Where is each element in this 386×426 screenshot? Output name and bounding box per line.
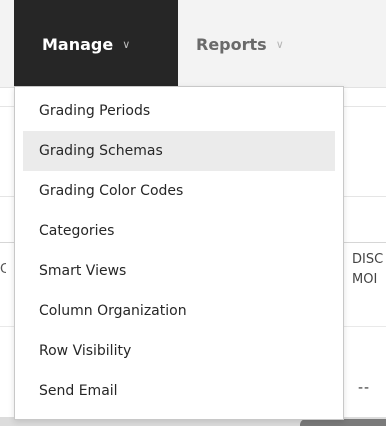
menu-item-grading-periods[interactable]: Grading Periods — [23, 91, 335, 131]
menu-item-label: Categories — [39, 223, 115, 239]
column-header-fragment: C — [0, 262, 6, 277]
menu-item-label: Grading Schemas — [39, 143, 163, 159]
column-header[interactable]: DISC MOI — [352, 250, 386, 290]
column-header-line1: DISC — [352, 252, 384, 267]
tab-manage[interactable]: Manage ∨ — [14, 0, 178, 88]
chevron-down-icon: ∨ — [275, 37, 284, 51]
menu-item-label: Grading Color Codes — [39, 183, 184, 199]
menu-item-row-visibility[interactable]: Row Visibility — [23, 331, 335, 371]
menu-item-send-email[interactable]: Send Email — [23, 371, 335, 411]
chevron-down-icon: ∨ — [122, 37, 131, 51]
menu-item-label: Grading Periods — [39, 103, 151, 119]
column-header-line2: MOI — [352, 272, 378, 287]
manage-dropdown-menu: Grading Periods Grading Schemas Grading … — [14, 86, 344, 420]
grade-cell[interactable]: -- — [358, 380, 370, 396]
gradebook-page: Manage ∨ Reports ∨ C DISC MOI -- Grading… — [0, 0, 386, 426]
menu-item-categories[interactable]: Categories — [23, 211, 335, 251]
tab-manage-label: Manage — [42, 34, 114, 54]
menu-item-grading-schemas[interactable]: Grading Schemas — [23, 131, 335, 171]
menu-item-label: Column Organization — [39, 303, 187, 319]
menu-item-smart-views[interactable]: Smart Views — [23, 251, 335, 291]
menu-item-label: Row Visibility — [39, 343, 132, 359]
menu-item-grading-color-codes[interactable]: Grading Color Codes — [23, 171, 335, 211]
gradebook-tab-bar: Manage ∨ Reports ∨ — [0, 0, 386, 88]
horizontal-scrollbar-thumb[interactable] — [300, 419, 386, 426]
tab-reports-label: Reports — [196, 34, 267, 54]
menu-item-label: Smart Views — [39, 263, 127, 279]
tab-reports[interactable]: Reports ∨ — [196, 0, 284, 88]
menu-item-column-organization[interactable]: Column Organization — [23, 291, 335, 331]
menu-item-label: Send Email — [39, 383, 118, 399]
